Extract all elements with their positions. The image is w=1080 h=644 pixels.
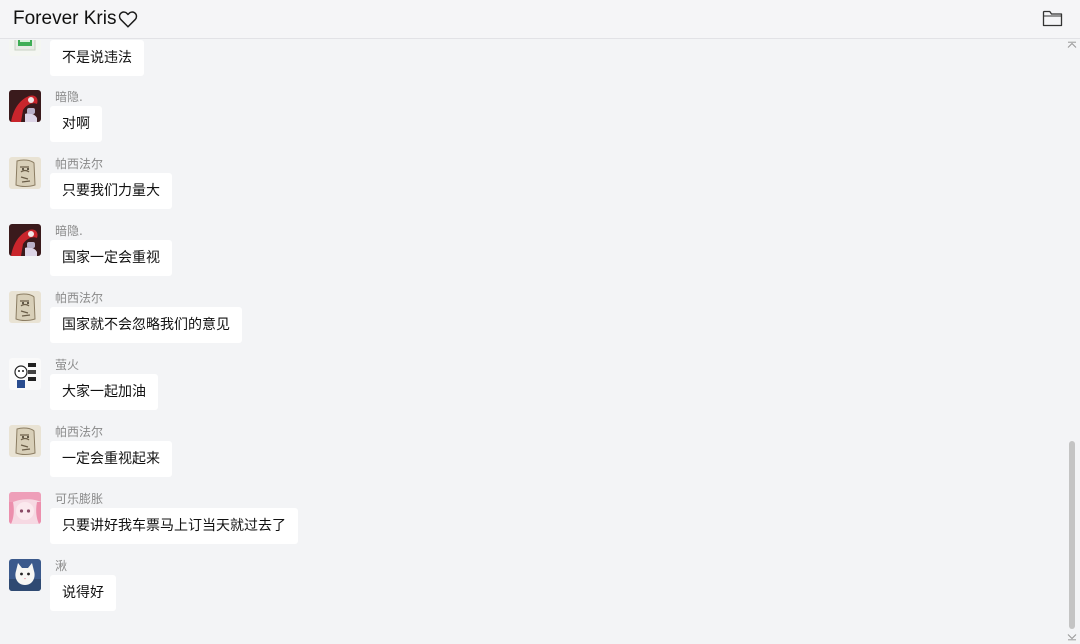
sender-name: 暗隐. (55, 224, 83, 238)
meme-avatar[interactable] (9, 358, 41, 390)
pink-anime-avatar[interactable] (9, 492, 41, 524)
message-item: 暗隐. 对啊 (0, 90, 1060, 150)
message-item: 帕西法尔 一定会重视起来 (0, 425, 1060, 485)
red-character-avatar[interactable] (9, 224, 41, 256)
red-character-avatar[interactable] (9, 90, 41, 122)
doodle-avatar[interactable] (9, 425, 41, 457)
message-list[interactable]: 不是说违法 暗隐. 对啊 帕西法尔 只要我们力量大 暗隐. 国家一定会重视 帕西… (0, 40, 1080, 644)
chevron-down-icon[interactable] (1067, 631, 1077, 641)
message-item: 湫 说得好 (0, 559, 1060, 619)
scroll-thumb[interactable] (1069, 441, 1075, 629)
chat-title-group: Forever Kris (13, 8, 139, 30)
green-sign-avatar[interactable] (9, 40, 41, 56)
message-bubble[interactable]: 大家一起加油 (50, 374, 158, 410)
doodle-avatar[interactable] (9, 291, 41, 323)
sender-name: 可乐膨胀 (55, 492, 104, 506)
message-bubble[interactable]: 只要我们力量大 (50, 173, 172, 209)
doodle-avatar[interactable] (9, 157, 41, 189)
cat-avatar[interactable] (9, 559, 41, 591)
folder-icon[interactable] (1042, 9, 1063, 28)
message-item: 帕西法尔 国家就不会忽略我们的意见 (0, 291, 1060, 351)
heart-icon[interactable] (117, 8, 139, 30)
message-bubble[interactable]: 一定会重视起来 (50, 441, 172, 477)
message-bubble[interactable]: 不是说违法 (50, 40, 144, 76)
message-item: 不是说违法 (0, 40, 1060, 84)
chat-title: Forever Kris (13, 8, 117, 29)
sender-name: 帕西法尔 (55, 425, 104, 439)
message-bubble[interactable]: 说得好 (50, 575, 116, 611)
chat-scrollbar[interactable] (1066, 40, 1078, 644)
message-item: 可乐膨胀 只要讲好我车票马上订当天就过去了 (0, 492, 1060, 552)
message-item: 萤火 大家一起加油 (0, 358, 1060, 418)
sender-name: 暗隐. (55, 90, 83, 104)
sender-name: 帕西法尔 (55, 157, 104, 171)
message-item: 暗隐. 国家一定会重视 (0, 224, 1060, 284)
message-bubble[interactable]: 国家一定会重视 (50, 240, 172, 276)
sender-name: 帕西法尔 (55, 291, 104, 305)
sender-name: 萤火 (55, 358, 80, 372)
title-bar: Forever Kris (0, 0, 1080, 39)
message-item: 帕西法尔 只要我们力量大 (0, 157, 1060, 217)
message-bubble[interactable]: 对啊 (50, 106, 102, 142)
chevron-up-icon[interactable] (1067, 41, 1077, 51)
message-bubble[interactable]: 国家就不会忽略我们的意见 (50, 307, 242, 343)
message-bubble[interactable]: 只要讲好我车票马上订当天就过去了 (50, 508, 298, 544)
sender-name: 湫 (55, 559, 68, 573)
